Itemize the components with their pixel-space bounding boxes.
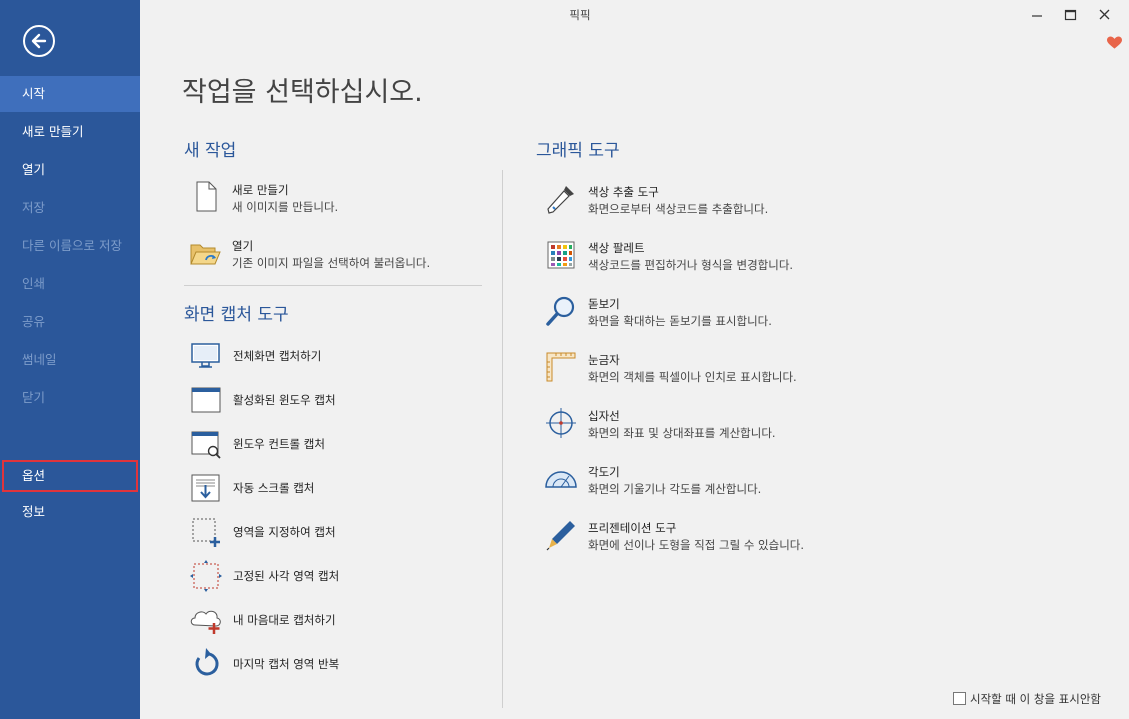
item-label: 열기 <box>232 239 254 253</box>
capture-window-control-item[interactable]: 윈도우 컨트롤 캡처 <box>189 427 439 461</box>
close-icon <box>1099 9 1110 20</box>
item-label: 내 마음대로 캡처하기 <box>233 613 336 627</box>
item-label: 색상 팔레트 <box>588 241 645 255</box>
item-label: 새로 만들기 <box>232 183 289 197</box>
item-label: 각도기 <box>588 465 620 479</box>
sidebar-item-close[interactable]: 닫기 <box>0 380 140 416</box>
column-divider <box>502 170 503 708</box>
pen-icon <box>546 521 575 551</box>
repeat-icon <box>195 648 219 676</box>
window-title: 픽픽 <box>569 8 591 22</box>
minimize-button[interactable] <box>1024 4 1050 26</box>
item-label: 십자선 <box>588 409 620 423</box>
monitor-icon <box>191 343 220 368</box>
scroll-capture-icon <box>191 474 220 502</box>
item-label: 활성화된 윈도우 캡처 <box>233 393 336 407</box>
eyedropper-icon <box>547 186 574 214</box>
section-title-graphic: 그래픽 도구 <box>536 141 620 161</box>
item-label: 자동 스크롤 캡처 <box>233 481 315 495</box>
capture-auto-scroll-item[interactable]: 자동 스크롤 캡처 <box>189 471 439 505</box>
open-image-item[interactable]: 열기 기존 이미지 파일을 선택하여 불러옵니다. <box>188 236 488 276</box>
sidebar: 시작 새로 만들기 열기 저장 다른 이름으로 저장 인쇄 공유 썸네일 닫기 … <box>0 0 140 719</box>
dont-show-label: 시작할 때 이 창을 표시안함 <box>970 692 1102 706</box>
capture-repeat-last-item[interactable]: 마지막 캡처 영역 반복 <box>189 647 439 681</box>
item-label: 마지막 캡처 영역 반복 <box>233 657 340 671</box>
ruler-item[interactable]: 눈금자 화면의 객체를 픽셀이나 인치로 표시합니다. <box>544 350 864 390</box>
capture-fixed-region-item[interactable]: 고정된 사각 영역 캡처 <box>189 559 439 593</box>
item-description: 화면으로부터 색상코드를 추출합니다. <box>588 202 769 216</box>
dont-show-checkbox[interactable] <box>953 692 966 705</box>
section-divider <box>184 285 482 286</box>
item-description: 새 이미지를 만듭니다. <box>232 200 339 214</box>
protractor-icon <box>545 471 577 488</box>
freehand-cloud-icon <box>190 610 221 634</box>
section-title-capture: 화면 캡처 도구 <box>184 305 289 325</box>
item-label: 윈도우 컨트롤 캡처 <box>233 437 325 451</box>
item-label: 영역을 지정하여 캡처 <box>233 525 336 539</box>
sidebar-item-open[interactable]: 열기 <box>0 152 140 188</box>
page-title: 작업을 선택하십시오. <box>182 77 423 108</box>
color-palette-item[interactable]: 색상 팔레트 색상코드를 편집하거나 형식을 변경합니다. <box>544 238 864 278</box>
item-label: 전체화면 캡처하기 <box>233 349 322 363</box>
region-select-icon <box>192 518 220 547</box>
open-folder-icon <box>190 244 221 265</box>
capture-region-item[interactable]: 영역을 지정하여 캡처 <box>189 515 439 549</box>
sidebar-item-save-as[interactable]: 다른 이름으로 저장 <box>0 228 140 264</box>
new-image-item[interactable]: 새로 만들기 새 이미지를 만듭니다. <box>188 180 488 220</box>
heart-icon[interactable] <box>1107 35 1122 54</box>
magnifier-item[interactable]: 돋보기 화면을 확대하는 돋보기를 표시합니다. <box>544 294 864 334</box>
item-description: 화면의 객체를 픽셀이나 인치로 표시합니다. <box>588 370 797 384</box>
item-description: 기존 이미지 파일을 선택하여 불러옵니다. <box>232 256 431 270</box>
item-description: 화면에 선이나 도형을 직접 그릴 수 있습니다. <box>588 538 805 552</box>
active-window-icon <box>191 387 221 413</box>
protractor-item[interactable]: 각도기 화면의 기울기나 각도를 계산합니다. <box>544 462 864 502</box>
item-label: 색상 추출 도구 <box>588 185 659 199</box>
title-bar: 픽픽 <box>140 0 1129 30</box>
item-label: 프리젠테이션 도구 <box>588 521 677 535</box>
section-title-new-task: 새 작업 <box>184 141 237 161</box>
sidebar-item-options[interactable]: 옵션 <box>2 460 138 492</box>
maximize-icon <box>1064 9 1077 21</box>
color-picker-item[interactable]: 색상 추출 도구 화면으로부터 색상코드를 추출합니다. <box>544 182 864 222</box>
magnifier-icon <box>546 296 575 326</box>
back-button[interactable] <box>23 25 55 57</box>
item-label: 고정된 사각 영역 캡처 <box>233 569 340 583</box>
item-description: 화면을 확대하는 돋보기를 표시합니다. <box>588 314 772 328</box>
item-description: 색상코드를 편집하거나 형식을 변경합니다. <box>588 258 794 272</box>
minimize-icon <box>1032 15 1042 17</box>
item-description: 화면의 기울기나 각도를 계산합니다. <box>588 482 762 496</box>
new-file-icon <box>196 181 217 212</box>
window-control-icon <box>191 431 221 459</box>
crosshair-item[interactable]: 십자선 화면의 좌표 및 상대좌표를 계산합니다. <box>544 406 864 446</box>
item-label: 눈금자 <box>588 353 620 367</box>
back-arrow-icon <box>31 33 47 49</box>
main-content: 픽픽 작업을 선택하십시오. 새 작업 새로 만들기 새 이미지를 만듭니다. … <box>140 0 1129 719</box>
capture-freehand-item[interactable]: 내 마음대로 캡처하기 <box>189 603 439 637</box>
crosshair-icon <box>546 408 576 438</box>
presentation-tool-item[interactable]: 프리젠테이션 도구 화면에 선이나 도형을 직접 그릴 수 있습니다. <box>544 518 864 558</box>
capture-active-window-item[interactable]: 활성화된 윈도우 캡처 <box>189 383 439 417</box>
sidebar-item-start[interactable]: 시작 <box>0 76 140 112</box>
ruler-icon <box>546 352 576 382</box>
sidebar-item-print[interactable]: 인쇄 <box>0 266 140 302</box>
capture-fullscreen-item[interactable]: 전체화면 캡처하기 <box>189 339 439 373</box>
fixed-region-icon <box>190 560 222 592</box>
sidebar-item-new[interactable]: 새로 만들기 <box>0 114 140 150</box>
sidebar-item-save[interactable]: 저장 <box>0 190 140 226</box>
item-label: 돋보기 <box>588 297 620 311</box>
sidebar-item-thumbnail[interactable]: 썸네일 <box>0 342 140 378</box>
item-description: 화면의 좌표 및 상대좌표를 계산합니다. <box>588 426 776 440</box>
maximize-button[interactable] <box>1057 4 1083 26</box>
sidebar-item-info[interactable]: 정보 <box>0 494 140 530</box>
close-button[interactable] <box>1092 4 1118 26</box>
color-palette-icon <box>547 241 575 269</box>
sidebar-item-share[interactable]: 공유 <box>0 304 140 340</box>
